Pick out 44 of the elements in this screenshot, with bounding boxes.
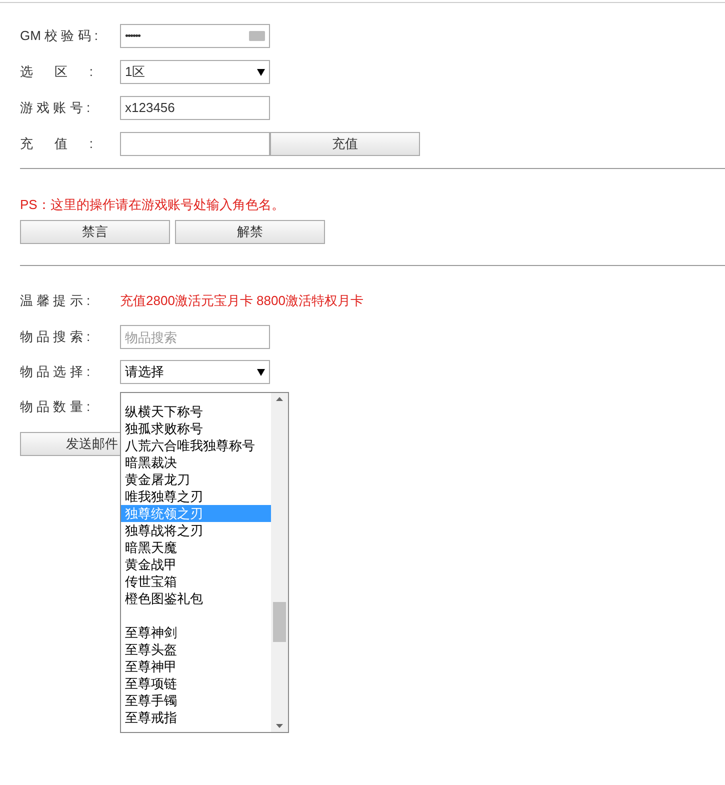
item-search-field[interactable]: 物品搜索 [120, 325, 270, 349]
dropdown-option[interactable]: 橙色图鉴礼包 [121, 590, 271, 607]
dropdown-option[interactable]: 黄金战甲 [121, 556, 271, 573]
dropdown-list[interactable]: 纵横天下称号 独孤求败称号 八荒六合唯我独尊称号 暗黑裁决 黄金屠龙刀 唯我独尊之刃 独尊统领之刃 独尊战将之刃 暗黑天魔 黄金战甲 传世宝箱 橙色图鉴礼包 至尊神剑 至尊头盔 至尊神甲 至尊项链 至尊手镯 至尊戒指 [120, 392, 289, 733]
dropdown-option[interactable]: 黄金屠龙刀 [121, 471, 271, 488]
scrollbar[interactable] [271, 393, 288, 732]
dropdown-option[interactable]: 至尊戒指 [121, 709, 271, 726]
dropdown-option[interactable]: 至尊神甲 [121, 658, 271, 675]
scroll-up-icon[interactable] [276, 397, 283, 401]
account-field[interactable]: x123456 [120, 96, 270, 120]
dropdown-option[interactable]: 唯我独尊之刃 [121, 488, 271, 505]
field-label: 温 馨 提 示 : [20, 292, 92, 310]
dropdown-option[interactable]: 至尊手镯 [121, 692, 271, 709]
field-label: 选 区 : [20, 63, 94, 82]
caret-icon [257, 68, 265, 76]
field-label: 物 品 搜 索 : [20, 328, 92, 346]
scroll-down-icon[interactable] [276, 724, 283, 728]
action-button[interactable]: 解禁 [175, 220, 325, 244]
field-label: 充 值 : [20, 135, 94, 154]
field-label: GM 校 验 码 : [20, 27, 99, 46]
dropdown-option[interactable]: 至尊头盔 [121, 641, 271, 658]
send-mail-button[interactable]: 发送邮件 [20, 432, 120, 456]
dropdown-option[interactable]: 独孤求败称号 [121, 420, 271, 437]
field-label: 游 戏 账 号 : [20, 99, 92, 118]
field-label: 物 品 数 量 : [20, 398, 92, 416]
tip-text: 充值2800激活元宝月卡 8800激活特权月卡 [120, 292, 364, 310]
notice-text: PS：这里的操作请在游戏账号处输入角色名。 [20, 196, 286, 211]
amount-field[interactable] [120, 132, 270, 156]
scroll-thumb[interactable] [273, 602, 286, 642]
action-button[interactable]: 禁言 [20, 220, 170, 244]
field-label: 物 品 选 择 : [20, 363, 92, 382]
dropdown-option[interactable]: 八荒六合唯我独尊称号 [121, 437, 271, 454]
caret-icon [257, 368, 265, 376]
dropdown-option[interactable]: 暗黑天魔 [121, 539, 271, 556]
recharge-button[interactable]: 充值 [270, 132, 420, 156]
dropdown-option[interactable]: 至尊项链 [121, 675, 271, 692]
zone-select[interactable]: 1区 [120, 60, 270, 84]
dropdown-option[interactable]: 至尊神剑 [121, 624, 271, 641]
dropdown-option[interactable]: 传世宝箱 [121, 573, 271, 590]
dropdown-option[interactable]: 纵横天下称号 [121, 403, 271, 420]
dropdown-option[interactable]: 独尊战将之刃 [121, 522, 271, 539]
item-select[interactable]: 请选择 [120, 360, 270, 384]
password-field[interactable]: •••••• [120, 24, 270, 48]
dropdown-option[interactable]: 暗黑裁决 [121, 454, 271, 471]
